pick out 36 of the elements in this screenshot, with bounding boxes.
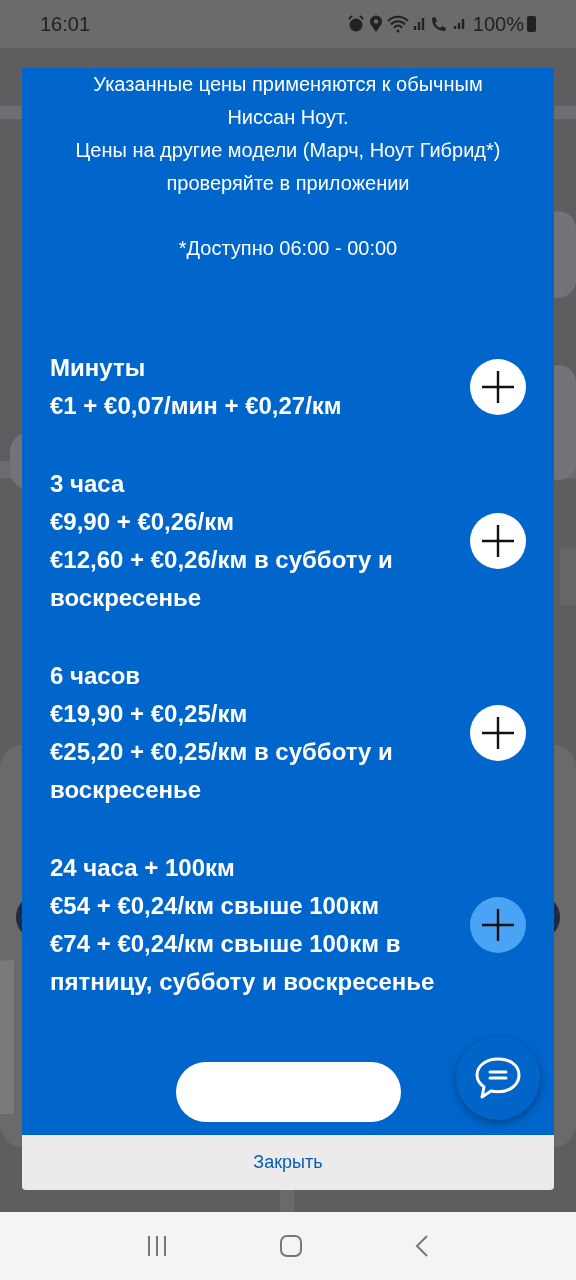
status-time: 16:01 <box>40 12 92 36</box>
plan-price: €12,60 + €0,26/км в субботу и воскресенье <box>50 545 394 613</box>
plan-price: €9,90 + €0,26/км <box>50 507 235 537</box>
info-text: Цены на другие модели (Марч, Ноут Гибрид*) проверяйте в приложении <box>74 138 502 196</box>
plan-price: €74 + €0,24/км свыше 100км в пятницу, субботу и воскресенье <box>50 929 436 997</box>
signal-icon <box>412 18 425 30</box>
plan-price: €54 + €0,24/км свыше 100км <box>50 891 380 921</box>
expand-button[interactable] <box>470 513 526 569</box>
close-button[interactable]: Закрыть <box>22 1135 554 1190</box>
plan-title: 3 часа <box>50 469 126 499</box>
battery-percent: 100% <box>472 12 524 36</box>
plus-icon <box>481 524 515 558</box>
chat-icon <box>474 1056 522 1100</box>
expand-button[interactable] <box>470 359 526 415</box>
home-icon[interactable] <box>279 1234 303 1258</box>
alarm-icon <box>346 15 365 33</box>
plus-icon <box>481 716 515 750</box>
plan-price: €1 + €0,07/мин + €0,27/км <box>50 391 343 421</box>
wifi-icon <box>386 15 409 33</box>
plan-title: Минуты <box>50 353 147 383</box>
plan-title: 6 часов <box>50 661 142 691</box>
expand-button[interactable] <box>470 705 526 761</box>
plan-title: 24 часа + 100км <box>50 853 236 883</box>
location-icon <box>368 15 383 33</box>
recent-apps-icon[interactable] <box>145 1235 168 1257</box>
plan-price: €19,90 + €0,25/км <box>50 699 249 729</box>
plus-icon <box>481 908 515 942</box>
signal-icon <box>452 19 465 29</box>
back-icon[interactable] <box>414 1234 431 1258</box>
availability-note: *Доступно 06:00 - 00:00 <box>178 236 398 261</box>
info-text: Указанные цены применяются к обычным Ниссан Ноут. <box>92 72 484 130</box>
plan-price: €25,20 + €0,25/км в субботу и воскресенье <box>50 737 394 805</box>
battery-icon <box>527 16 536 32</box>
pill-button[interactable] <box>175 1062 401 1122</box>
plus-icon <box>481 370 515 404</box>
expand-button[interactable] <box>470 897 526 953</box>
